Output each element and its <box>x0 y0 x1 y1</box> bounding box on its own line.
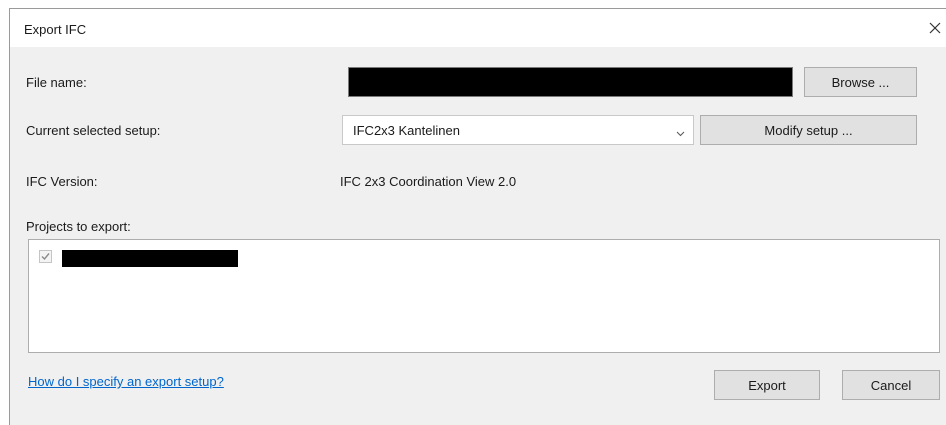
chevron-down-icon <box>676 126 685 141</box>
ifc-version-label: IFC Version: <box>26 174 98 189</box>
setup-select-value: IFC2x3 Kantelinen <box>353 123 460 138</box>
projects-label: Projects to export: <box>26 219 131 234</box>
modify-setup-button[interactable]: Modify setup ... <box>700 115 917 145</box>
project-checkbox[interactable] <box>39 250 52 263</box>
file-name-input[interactable] <box>348 67 793 97</box>
setup-select[interactable]: IFC2x3 Kantelinen <box>342 115 694 145</box>
export-setup-help-link[interactable]: How do I specify an export setup? <box>28 374 224 389</box>
projects-list[interactable] <box>28 239 940 353</box>
export-button[interactable]: Export <box>714 370 820 400</box>
title-bar: Export IFC <box>10 9 946 47</box>
browse-button[interactable]: Browse ... <box>804 67 917 97</box>
dialog-title: Export IFC <box>24 22 87 37</box>
export-ifc-dialog: Export IFC File name: Browse ... Current… <box>9 8 946 425</box>
file-name-label: File name: <box>26 75 87 90</box>
current-setup-label: Current selected setup: <box>26 123 161 138</box>
close-icon[interactable] <box>924 17 946 39</box>
ifc-version-value: IFC 2x3 Coordination View 2.0 <box>340 174 517 189</box>
cancel-button[interactable]: Cancel <box>842 370 940 400</box>
project-name-redacted <box>62 250 238 267</box>
